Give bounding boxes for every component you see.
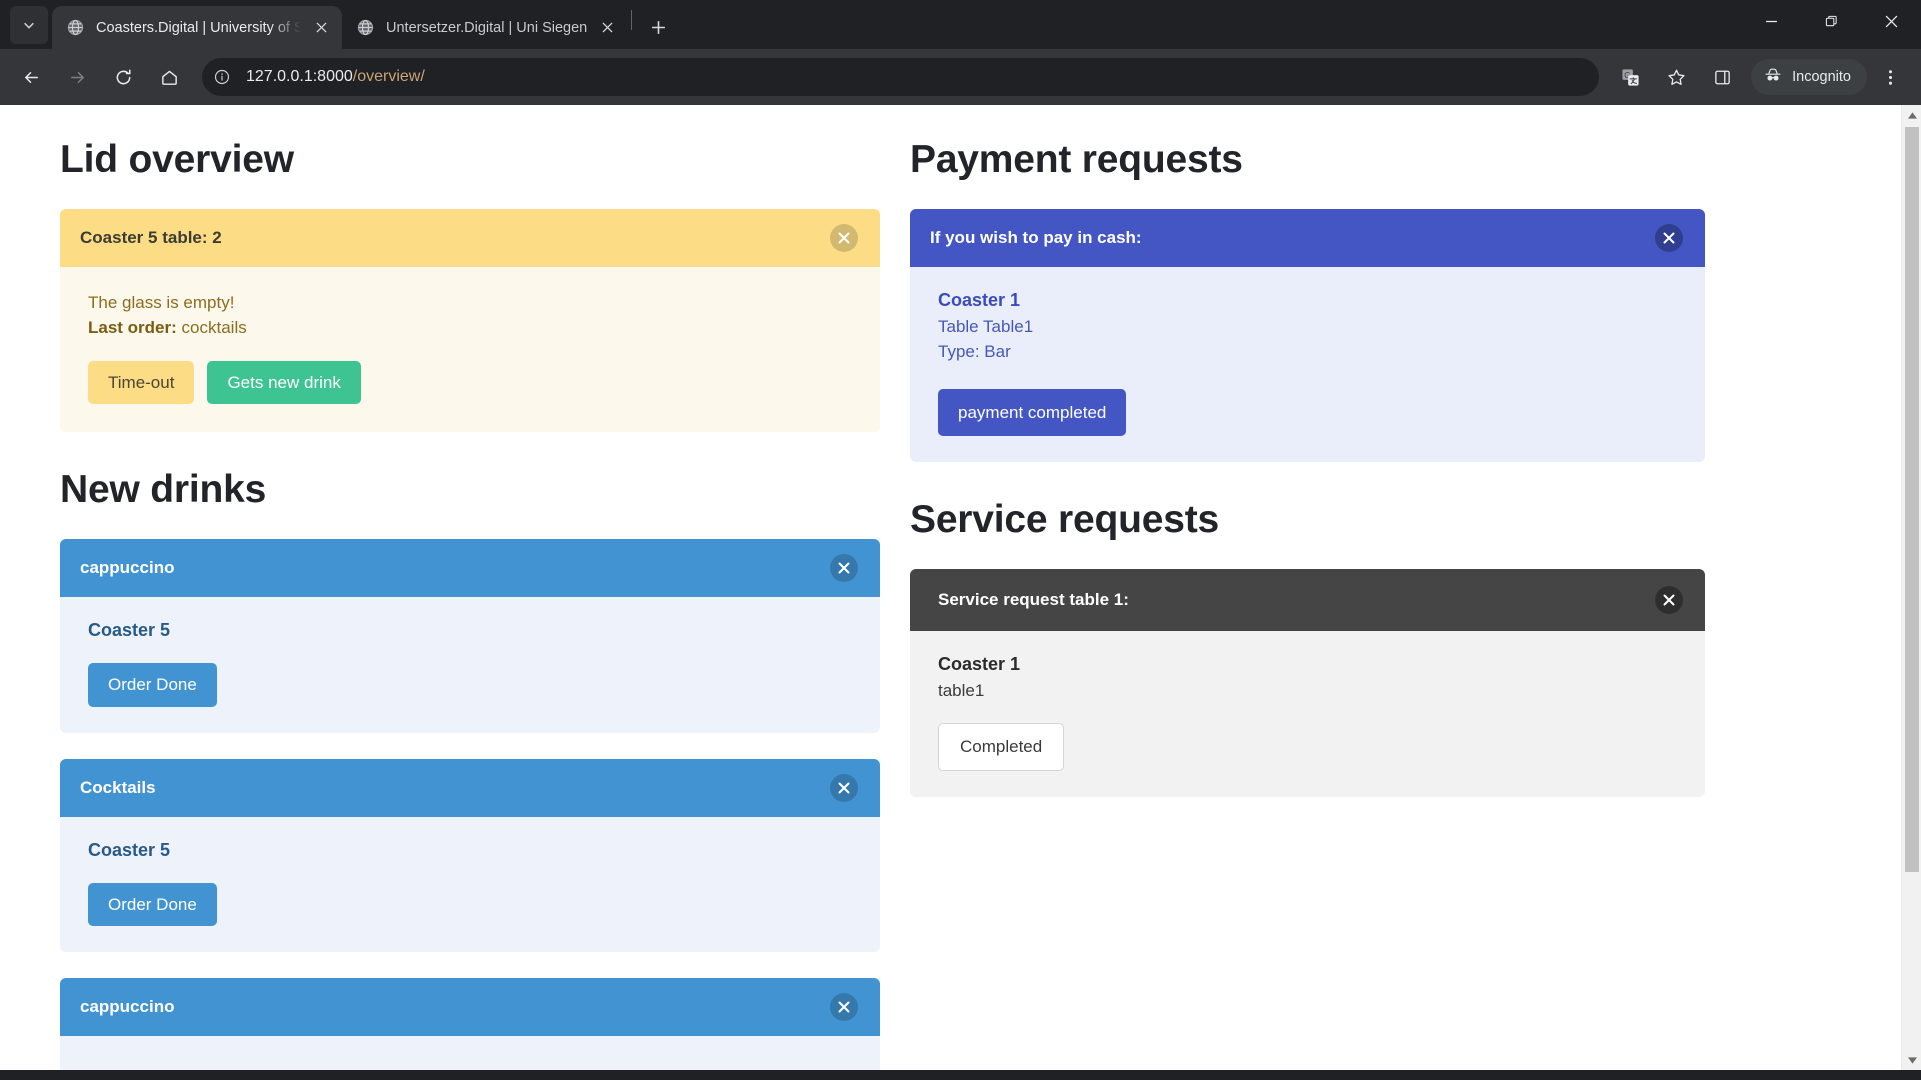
new-tab-button[interactable] (641, 10, 675, 44)
tab-divider (631, 9, 633, 30)
forward-arrow-icon[interactable] (57, 57, 97, 97)
table-label: Table Table1 (938, 316, 1034, 336)
coaster-label: Coaster 1 (938, 654, 1021, 675)
reload-icon[interactable] (103, 57, 143, 97)
close-icon[interactable] (1655, 223, 1683, 252)
type-label: Type: Bar (938, 341, 1011, 361)
url-path: /overview/ (352, 68, 425, 85)
card-body: Coaster 1 Table Table1 Type: Bar payment… (910, 266, 1705, 463)
coaster-label: Coaster 1 (938, 289, 1021, 310)
card-header: Coaster 5 table: 2 (60, 208, 880, 267)
service-request-card: Service request table 1: Coaster 1 table… (910, 569, 1705, 797)
gets-new-drink-button[interactable]: Gets new drink (207, 360, 361, 405)
close-icon[interactable] (830, 554, 858, 583)
close-icon[interactable] (830, 223, 858, 252)
page-title-lid-overview: Lid overview (60, 138, 294, 181)
tab-close-icon[interactable] (310, 17, 332, 39)
lid-alert-title: Coaster 5 table: 2 (80, 227, 222, 247)
browser-window: Coasters.Digital | University of S Unter… (0, 0, 1921, 1080)
scrollbar-thumb[interactable] (1905, 127, 1919, 872)
tab-title: Coasters.Digital | University of S (96, 19, 301, 36)
page-title-service-requests: Service requests (910, 498, 1219, 542)
browser-tab-active[interactable]: Coasters.Digital | University of S (52, 6, 342, 49)
page-title-payment-requests: Payment requests (910, 138, 1243, 181)
lid-overview-alert-card: Coaster 5 table: 2 The glass is empty! L… (60, 208, 880, 433)
drink-order-card: cappuccino (60, 978, 880, 1070)
window-controls (1741, 0, 1921, 42)
card-body (60, 1036, 880, 1070)
browser-tab-inactive[interactable]: Untersetzer.Digital | Uni Siegen (342, 6, 628, 49)
web-page: Lid overview Coaster 5 table: 2 The glas… (0, 105, 1901, 1070)
close-icon[interactable] (830, 993, 858, 1022)
three-dot-menu-icon[interactable] (1870, 57, 1910, 97)
card-header: Service request table 1: (910, 569, 1705, 632)
tab-strip: Coasters.Digital | University of S Unter… (0, 0, 1921, 49)
payment-completed-button[interactable]: payment completed (938, 388, 1127, 437)
incognito-icon (1763, 65, 1792, 89)
window-maximize-button[interactable] (1801, 0, 1861, 42)
lid-status-text: The glass is empty! (88, 292, 235, 312)
payment-request-title: If you wish to pay in cash: (930, 227, 1142, 247)
coaster-label: Coaster 5 (88, 620, 171, 641)
incognito-indicator[interactable]: Incognito (1751, 59, 1867, 95)
tab-title: Untersetzer.Digital | Uni Siegen (386, 19, 588, 36)
translate-icon[interactable]: G (1610, 57, 1650, 97)
card-body: Coaster 1 table1 Completed (910, 631, 1705, 797)
card-body: Coaster 5 Order Done (60, 597, 880, 733)
payment-request-card: If you wish to pay in cash: Coaster 1 Ta… (910, 208, 1705, 463)
card-header: If you wish to pay in cash: (910, 208, 1705, 267)
url-text: 127.0.0.1:8000/overview/ (246, 68, 425, 86)
card-body: Coaster 5 Order Done (60, 816, 880, 953)
vertical-scrollbar[interactable] (1901, 105, 1921, 1070)
card-body: The glass is empty! Last order: cocktail… (60, 266, 880, 433)
page-container: Lid overview Coaster 5 table: 2 The glas… (0, 138, 1901, 1070)
card-header: cappuccino (60, 978, 880, 1037)
incognito-label: Incognito (1792, 69, 1851, 85)
lid-last-order-label: Last order: (88, 317, 177, 337)
browser-toolbar: 127.0.0.1:8000/overview/ G Incognito (0, 49, 1921, 105)
toolbar-actions: G Incognito (1607, 57, 1913, 97)
right-column: Payment requests If you wish to pay in c… (910, 138, 1705, 1070)
completed-button[interactable]: Completed (938, 723, 1065, 771)
drink-name: cappuccino (80, 997, 175, 1017)
card-header: Cocktails (60, 758, 880, 817)
time-out-button[interactable]: Time-out (88, 360, 195, 405)
drink-name: cappuccino (80, 558, 175, 578)
scroll-up-arrow-icon[interactable] (1902, 105, 1921, 125)
left-column: Lid overview Coaster 5 table: 2 The glas… (60, 138, 880, 1070)
lid-last-order: Last order: cocktails (88, 318, 858, 338)
tab-search-button[interactable] (10, 6, 48, 44)
service-request-title: Service request table 1: (938, 590, 1129, 610)
side-panel-icon[interactable] (1702, 57, 1742, 97)
home-icon[interactable] (149, 57, 189, 97)
star-icon[interactable] (1656, 57, 1696, 97)
order-done-button[interactable]: Order Done (88, 882, 217, 927)
globe-icon (66, 18, 85, 37)
back-arrow-icon[interactable] (11, 57, 51, 97)
coaster-label: Coaster 5 (88, 839, 171, 860)
order-done-button[interactable]: Order Done (88, 663, 217, 707)
card-header: cappuccino (60, 539, 880, 598)
close-icon[interactable] (830, 773, 858, 802)
address-bar[interactable]: 127.0.0.1:8000/overview/ (202, 58, 1600, 96)
globe-icon (356, 18, 375, 37)
close-icon[interactable] (1655, 586, 1683, 615)
window-minimize-button[interactable] (1741, 0, 1801, 42)
drink-order-card: Cocktails Coaster 5 Order Done (60, 758, 880, 953)
scroll-down-arrow-icon[interactable] (1902, 1050, 1921, 1070)
url-host: 127.0.0.1:8000 (246, 68, 353, 85)
window-close-button[interactable] (1861, 0, 1921, 42)
tab-close-icon[interactable] (596, 17, 618, 39)
page-viewport: Lid overview Coaster 5 table: 2 The glas… (0, 105, 1921, 1070)
table-label: table1 (938, 681, 985, 701)
drink-name: Cocktails (80, 777, 156, 797)
lid-last-order-value: cocktails (181, 317, 247, 337)
drink-order-card: cappuccino Coaster 5 Order Done (60, 539, 880, 733)
window-bottom-edge (0, 1070, 1921, 1080)
lid-action-buttons: Time-out Gets new drink (88, 360, 858, 405)
page-title-new-drinks: New drinks (60, 468, 267, 512)
site-info-icon[interactable] (208, 63, 236, 91)
